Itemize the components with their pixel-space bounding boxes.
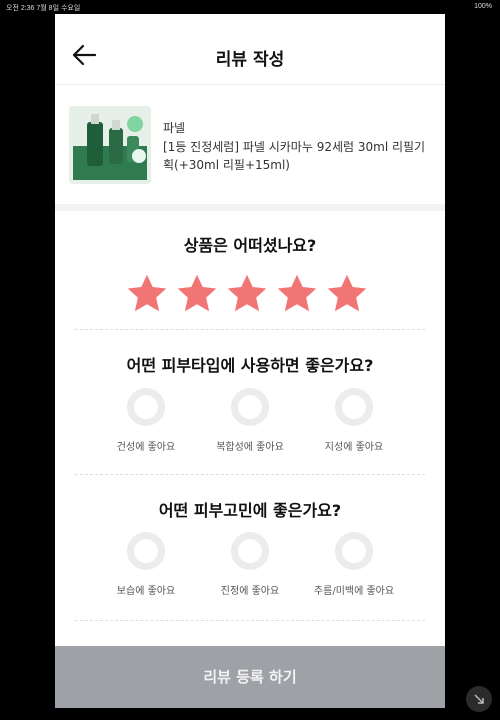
dashed-divider	[75, 329, 425, 330]
product-summary: 파넬 [1등 진정세럼] 파넬 시카마누 92세럼 30ml 리필기획(+30m…	[55, 84, 445, 204]
option-label: 지성에 좋아요	[324, 442, 384, 453]
radio-circle[interactable]	[231, 388, 269, 426]
option-moisture[interactable]: 보습에 좋아요	[91, 532, 201, 597]
option-combination-skin[interactable]: 복합성에 좋아요	[195, 388, 305, 453]
option-label: 주름/미백에 좋아요	[313, 586, 395, 597]
skin-type-question: 어떤 피부타입에 사용하면 좋은가요?	[126, 356, 374, 375]
star-rating[interactable]	[125, 272, 375, 316]
submit-review-button[interactable]: 리뷰 등록 하기	[55, 646, 445, 708]
skin-concern-question: 어떤 피부고민에 좋은가요?	[158, 501, 342, 520]
option-soothing[interactable]: 진정에 좋아요	[195, 532, 305, 597]
review-panel: 리뷰 작성 파넬 [1등 진정세럼] 파넬 시카마누 92세럼 30ml 리필기…	[55, 14, 445, 708]
option-label: 건성에 좋아요	[116, 442, 176, 453]
option-label: 진정에 좋아요	[220, 586, 280, 597]
header: 리뷰 작성	[55, 14, 445, 85]
option-oily-skin[interactable]: 지성에 좋아요	[299, 388, 409, 453]
option-dry-skin[interactable]: 건성에 좋아요	[91, 388, 201, 453]
radio-circle[interactable]	[127, 388, 165, 426]
page-title: 리뷰 작성	[215, 50, 285, 70]
option-wrinkle-whitening[interactable]: 주름/미백에 좋아요	[299, 532, 409, 597]
section-divider	[55, 204, 445, 211]
status-bar: 오전 2:36 7월 8일 수요일 100%	[0, 0, 500, 14]
option-label: 복합성에 좋아요	[216, 442, 284, 453]
star-icon[interactable]	[325, 272, 369, 316]
option-label: 보습에 좋아요	[116, 586, 176, 597]
product-thumbnail	[69, 106, 151, 184]
star-icon[interactable]	[275, 272, 319, 316]
radio-circle[interactable]	[335, 388, 373, 426]
radio-circle[interactable]	[335, 532, 373, 570]
star-icon[interactable]	[125, 272, 169, 316]
dashed-divider	[75, 620, 425, 621]
collapse-icon[interactable]	[466, 686, 492, 712]
product-brand: 파넬	[163, 121, 186, 135]
radio-circle[interactable]	[127, 532, 165, 570]
radio-circle[interactable]	[231, 532, 269, 570]
battery-level: 100%	[474, 3, 492, 10]
dashed-divider	[75, 474, 425, 475]
product-name: [1등 진정세럼] 파넬 시카마누 92세럼 30ml 리필기획(+30ml 리…	[163, 140, 426, 172]
status-time: 오전 2:36 7월 8일 수요일	[6, 5, 81, 12]
star-icon[interactable]	[175, 272, 219, 316]
rating-question: 상품은 어떠셨나요?	[183, 236, 317, 255]
star-icon[interactable]	[225, 272, 269, 316]
